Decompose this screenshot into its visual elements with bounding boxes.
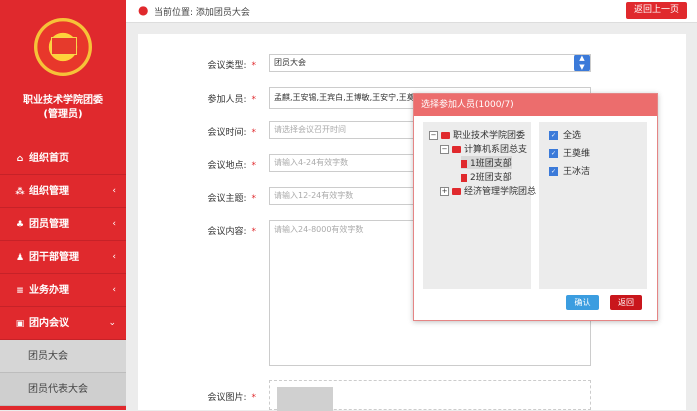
sidebar-item-members[interactable]: ♣ 团员管理 ‹: [0, 208, 126, 241]
home-icon: ⌂: [16, 154, 24, 164]
image-thumbnail[interactable]: [277, 387, 333, 411]
members-icon: ♣: [15, 220, 25, 230]
people-label: 参加人员: *: [207, 95, 256, 105]
dialog-back-button[interactable]: 返回: [610, 295, 642, 310]
collapse-toggle-icon[interactable]: −: [429, 131, 438, 140]
tree-node-college[interactable]: − 职业技术学院团委: [429, 128, 525, 141]
org-role: (管理员): [43, 109, 83, 120]
tree-node-econ[interactable]: + 经济管理学院团总: [440, 184, 536, 197]
sidebar-item-home[interactable]: ⌂ 组织首页: [0, 142, 126, 175]
image-label: 会议图片: *: [207, 393, 256, 403]
sidebar-subitem-representative-meeting[interactable]: 团员代表大会: [0, 373, 126, 406]
org-tree: − 职业技术学院团委 − 计算机系团总支 1班团支部 2班团支部 + 经济管理学院团总: [423, 122, 536, 289]
document-icon: [461, 159, 467, 168]
selected-person[interactable]: ✓ 王冰洁: [549, 164, 590, 177]
checkbox-checked-icon: ✓: [549, 167, 558, 176]
list-icon: ≡: [16, 286, 24, 296]
sidebar-item-meetings[interactable]: ▣ 团内会议 ⌄: [0, 307, 126, 340]
confirm-button[interactable]: 确认: [566, 295, 599, 310]
chevron-left-icon: ‹: [112, 219, 116, 229]
org-title: 职业技术学院团委 (管理员): [0, 94, 126, 122]
chevron-left-icon: ‹: [112, 285, 116, 295]
checkbox-checked-icon: ✓: [549, 131, 558, 140]
sidebar-nav: ⌂ 组织首页 ⁂ 组织管理 ‹ ♣ 团员管理 ‹ ♟ 团干部管理 ‹ ≡ 业务办理 ‹ ▣ 团内会议…: [0, 142, 126, 406]
chevron-left-icon: ‹: [112, 186, 116, 196]
location-pin-icon: ●: [138, 3, 149, 17]
time-label: 会议时间: *: [207, 128, 256, 138]
select-all-checkbox[interactable]: ✓ 全选: [549, 128, 581, 141]
top-bar: ● 当前位置: 添加团员大会 返回上一页: [126, 0, 697, 23]
sidebar-subitem-member-meeting[interactable]: 团员大会: [0, 340, 126, 373]
meeting-type-select[interactable]: 团员大会 ▲ ▼: [269, 54, 591, 72]
expand-toggle-icon[interactable]: +: [440, 187, 449, 196]
folder-icon: [452, 146, 461, 153]
tree-node-class2[interactable]: 2班团支部: [461, 170, 512, 183]
league-emblem-logo: [34, 18, 92, 76]
chevron-down-icon: ⌄: [108, 318, 116, 328]
breadcrumb: 当前位置: 添加团员大会: [154, 8, 250, 18]
sidebar: 职业技术学院团委 (管理员) ⌂ 组织首页 ⁂ 组织管理 ‹ ♣ 团员管理 ‹ ♟ 团干部管…: [0, 0, 126, 410]
image-upload-area[interactable]: [269, 380, 591, 411]
meeting-icon: ▣: [15, 319, 25, 329]
dialog-title: 选择参加人员(1000/7): [414, 94, 657, 116]
selected-people-list: ✓ 全选 ✓ 王奠维 ✓ 王冰洁: [539, 122, 647, 289]
checkbox-checked-icon: ✓: [549, 149, 558, 158]
tree-node-class1[interactable]: 1班团支部: [461, 156, 512, 169]
content-label: 会议内容: *: [207, 227, 256, 237]
sidebar-item-business[interactable]: ≡ 业务办理 ‹: [0, 274, 126, 307]
folder-icon: [441, 132, 450, 139]
org-icon: ⁂: [15, 187, 25, 197]
topic-label: 会议主题: *: [207, 194, 256, 204]
collapse-toggle-icon[interactable]: −: [440, 145, 449, 154]
sidebar-item-org[interactable]: ⁂ 组织管理 ‹: [0, 175, 126, 208]
back-button[interactable]: 返回上一页: [625, 2, 687, 19]
folder-icon: [452, 188, 461, 195]
sidebar-item-cadres[interactable]: ♟ 团干部管理 ‹: [0, 241, 126, 274]
cadre-icon: ♟: [15, 253, 25, 263]
chevron-left-icon: ‹: [112, 252, 116, 262]
tree-node-cs-dept[interactable]: − 计算机系团总支: [440, 142, 527, 155]
participant-picker-dialog: 选择参加人员(1000/7) − 职业技术学院团委 − 计算机系团总支 1班团支部 …: [413, 93, 658, 321]
selected-person[interactable]: ✓ 王奠维: [549, 146, 590, 159]
document-icon: [461, 173, 467, 182]
place-label: 会议地点: *: [207, 161, 256, 171]
org-name: 职业技术学院团委: [23, 95, 103, 106]
select-arrows-icon: ▲ ▼: [574, 55, 590, 71]
type-label: 会议类型: *: [207, 61, 256, 71]
